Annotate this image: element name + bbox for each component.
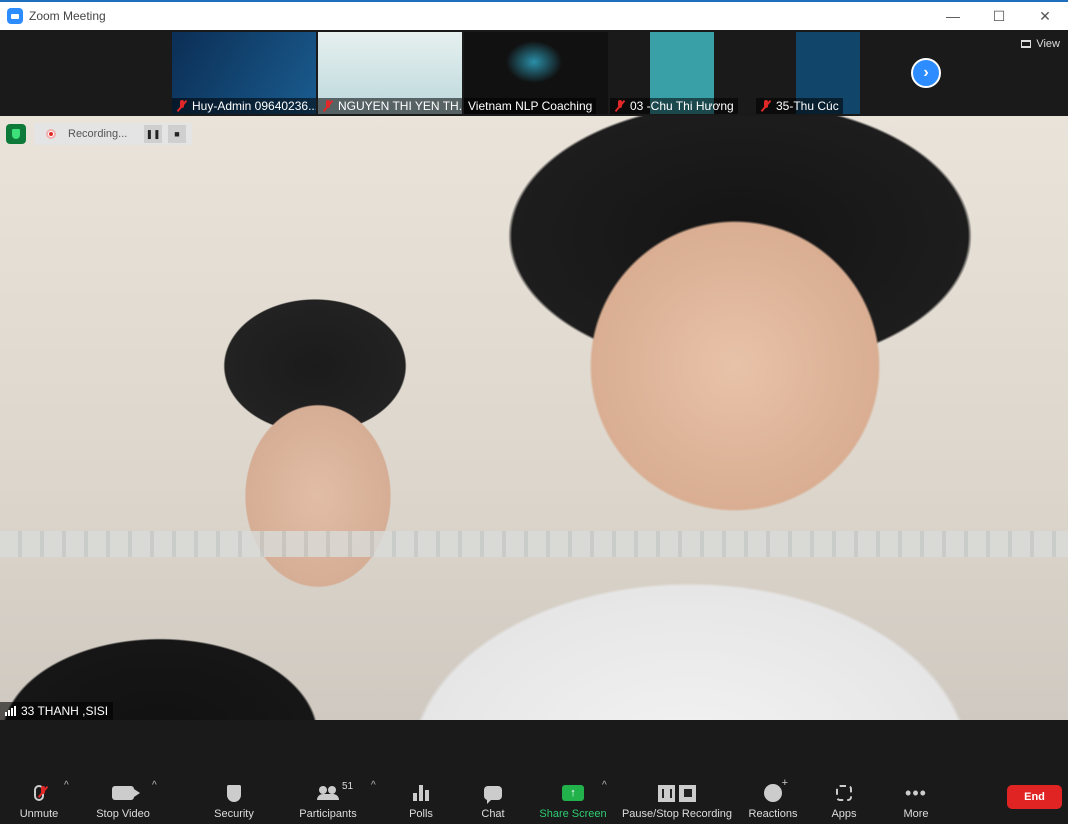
recording-dot-icon	[46, 129, 56, 139]
security-button[interactable]: Security	[212, 778, 256, 820]
window-title: Zoom Meeting	[29, 9, 106, 23]
zoom-logo-icon	[7, 8, 23, 24]
participant-name: NGUYEN THI YEN TH...	[338, 99, 462, 113]
chat-label: Chat	[481, 808, 505, 820]
microphone-muted-icon	[34, 782, 45, 804]
video-background-detail	[0, 531, 1068, 557]
more-label: More	[903, 808, 929, 820]
encryption-shield-icon[interactable]	[6, 124, 26, 144]
window-controls: — ☐ ✕	[930, 2, 1068, 30]
pause-stop-icon	[656, 782, 698, 804]
video-camera-icon	[112, 782, 140, 804]
polls-button[interactable]: Polls	[404, 778, 438, 820]
participant-name-label: 03 -Chu Thi Hương	[610, 98, 738, 114]
polls-label: Polls	[409, 808, 433, 820]
chat-button[interactable]: Chat	[478, 778, 508, 820]
emoji-reaction-icon	[764, 777, 788, 804]
view-label: View	[1036, 38, 1060, 50]
video-options-caret[interactable]: ^	[152, 780, 157, 791]
recording-label: Recording...	[68, 128, 128, 140]
participant-name: 03 -Chu Thi Hương	[630, 99, 734, 113]
participant-name: Huy-Admin 09640236...	[192, 99, 316, 113]
participant-name-label: 35-Thu Cúc	[756, 98, 843, 114]
share-screen-button[interactable]: ↑ Share Screen	[539, 778, 607, 820]
participant-name-label: NGUYEN THI YEN TH...	[318, 98, 462, 114]
reactions-label: Reactions	[748, 808, 798, 820]
minimize-button[interactable]: —	[930, 2, 976, 30]
apps-icon	[836, 782, 852, 804]
apps-button[interactable]: Apps	[830, 778, 858, 820]
participants-options-caret[interactable]: ^	[371, 780, 376, 791]
participant-thumbnail[interactable]: Vietnam NLP Coaching	[464, 32, 608, 114]
pause-recording-button[interactable]: ❚❚	[144, 125, 162, 143]
share-screen-label: Share Screen	[539, 808, 607, 820]
shield-icon	[227, 782, 241, 804]
unmute-button[interactable]: Unmute	[18, 778, 60, 820]
grid-view-icon	[1021, 40, 1032, 48]
meeting-toolbar: Unmute ^ Stop Video ^ Security Participa…	[0, 720, 1068, 824]
participant-name-label: Huy-Admin 09640236...	[172, 98, 316, 114]
end-meeting-button[interactable]: End	[1007, 785, 1062, 809]
participant-thumbnail[interactable]: 03 -Chu Thi Hương	[610, 32, 754, 114]
more-button[interactable]: ••• More	[900, 778, 932, 820]
participant-thumbnail[interactable]: 35-Thu Cúc	[756, 32, 860, 114]
chat-bubble-icon	[484, 782, 502, 804]
stop-video-label: Stop Video	[96, 808, 150, 820]
apps-label: Apps	[831, 808, 857, 820]
participant-thumbnail[interactable]: Huy-Admin 09640236...	[172, 32, 316, 114]
active-speaker-video: Recording... ❚❚ ■ 33 THANH ,SISI	[0, 116, 1068, 720]
participants-icon	[317, 782, 339, 804]
polls-icon	[412, 782, 430, 804]
participants-label: Participants	[299, 808, 357, 820]
unmute-label: Unmute	[19, 808, 59, 820]
participant-name-label: Vietnam NLP Coaching	[464, 98, 597, 114]
speaker-name: 33 THANH ,SISI	[21, 704, 109, 718]
mic-muted-icon	[760, 100, 772, 112]
security-label: Security	[214, 808, 254, 820]
title-bar: Zoom Meeting — ☐ ✕	[0, 0, 1068, 30]
stop-video-button[interactable]: Stop Video	[94, 778, 152, 820]
view-button[interactable]: View	[1021, 38, 1060, 50]
mic-muted-icon	[322, 100, 334, 112]
signal-strength-icon	[5, 706, 17, 716]
share-screen-icon: ↑	[562, 782, 584, 804]
next-page-button[interactable]: ›	[911, 58, 941, 88]
stop-recording-button[interactable]: ■	[168, 125, 186, 143]
pause-stop-recording-button[interactable]: Pause/Stop Recording	[622, 778, 732, 820]
maximize-button[interactable]: ☐	[976, 2, 1022, 30]
participants-count-badge: 51	[342, 781, 354, 792]
share-options-caret[interactable]: ^	[602, 780, 607, 791]
participant-name: 35-Thu Cúc	[776, 99, 839, 113]
reactions-button[interactable]: Reactions	[748, 777, 798, 820]
participant-thumbnail[interactable]: NGUYEN THI YEN TH...	[318, 32, 462, 114]
audio-options-caret[interactable]: ^	[64, 780, 69, 791]
participant-strip: Huy-Admin 09640236... NGUYEN THI YEN TH.…	[0, 30, 1068, 116]
mic-muted-icon	[176, 100, 188, 112]
more-dots-icon: •••	[905, 783, 927, 803]
speaker-name-label: 33 THANH ,SISI	[0, 702, 114, 720]
close-button[interactable]: ✕	[1022, 2, 1068, 30]
recording-indicator: Recording... ❚❚ ■	[34, 123, 192, 145]
pause-stop-recording-label: Pause/Stop Recording	[621, 808, 733, 820]
participant-name: Vietnam NLP Coaching	[468, 99, 593, 113]
mic-muted-icon	[614, 100, 626, 112]
